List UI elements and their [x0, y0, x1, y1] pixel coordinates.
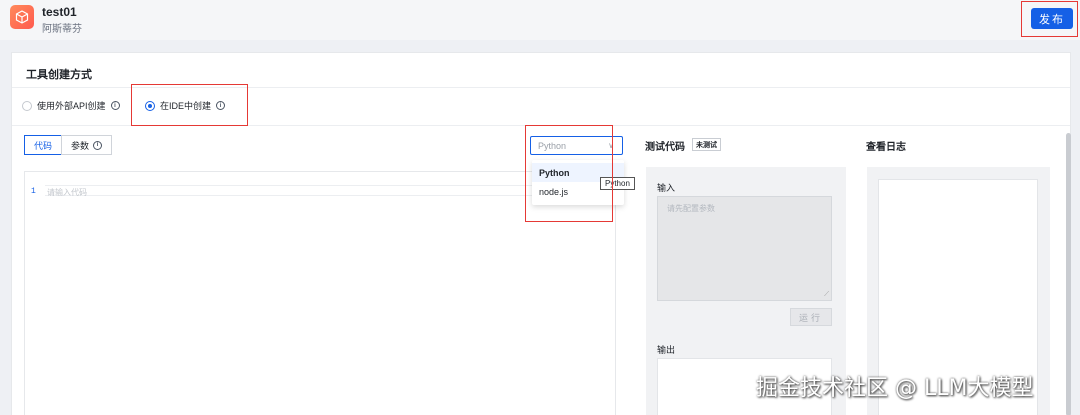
output-label: 输出	[657, 345, 676, 355]
section-title: 工具创建方式	[26, 69, 92, 81]
info-icon[interactable]: i	[110, 101, 120, 110]
editor-tabs: 代码 参数 i	[24, 135, 113, 155]
publish-button[interactable]: 发布	[1031, 8, 1073, 29]
test-input-field[interactable]: 请先配置参数 ⟋	[657, 196, 832, 301]
input-label: 输入	[657, 183, 676, 193]
watermark: 掘金技术社区 @ LLM大模型	[756, 376, 1034, 401]
resize-handle-icon[interactable]: ⟋	[824, 291, 829, 299]
run-button[interactable]: 运行	[790, 308, 832, 326]
radio-label: 在IDE中创建	[160, 101, 212, 111]
code-placeholder: 请输入代码	[47, 188, 87, 197]
scrollbar[interactable]	[1066, 133, 1071, 415]
app-owner: 阿斯蒂芬	[42, 24, 82, 35]
app-name: test01	[42, 5, 77, 19]
tool-config-card: 工具创建方式 使用外部API创建 i 在IDE中创建 i 代码 参数 i 1 请输…	[11, 52, 1071, 415]
radio-external-api[interactable]: 使用外部API创建 i	[22, 99, 120, 112]
log-title: 查看日志	[866, 142, 906, 153]
code-line-highlight	[45, 185, 615, 196]
divider	[12, 125, 1070, 126]
tooltip: Python	[600, 177, 635, 190]
radio-circle-checked[interactable]	[145, 100, 155, 111]
status-badge: 未测试	[692, 138, 721, 151]
radio-circle[interactable]	[22, 100, 32, 111]
cube-icon	[10, 5, 34, 29]
tab-code[interactable]: 代码	[24, 135, 63, 155]
info-icon[interactable]: i	[93, 140, 103, 150]
line-number: 1	[31, 187, 36, 196]
code-editor[interactable]: 1 请输入代码	[24, 171, 616, 415]
test-code-title: 测试代码	[645, 142, 685, 153]
radio-label: 使用外部API创建	[37, 101, 106, 111]
divider	[12, 87, 1070, 88]
tab-params[interactable]: 参数 i	[61, 135, 113, 155]
top-header: test01 阿斯蒂芬 发布	[0, 0, 1080, 40]
chevron-down-icon: ∨	[608, 141, 614, 150]
radio-ide[interactable]: 在IDE中创建 i	[145, 99, 226, 112]
info-icon[interactable]: i	[216, 101, 226, 110]
language-select[interactable]: Python ∨	[530, 136, 623, 155]
